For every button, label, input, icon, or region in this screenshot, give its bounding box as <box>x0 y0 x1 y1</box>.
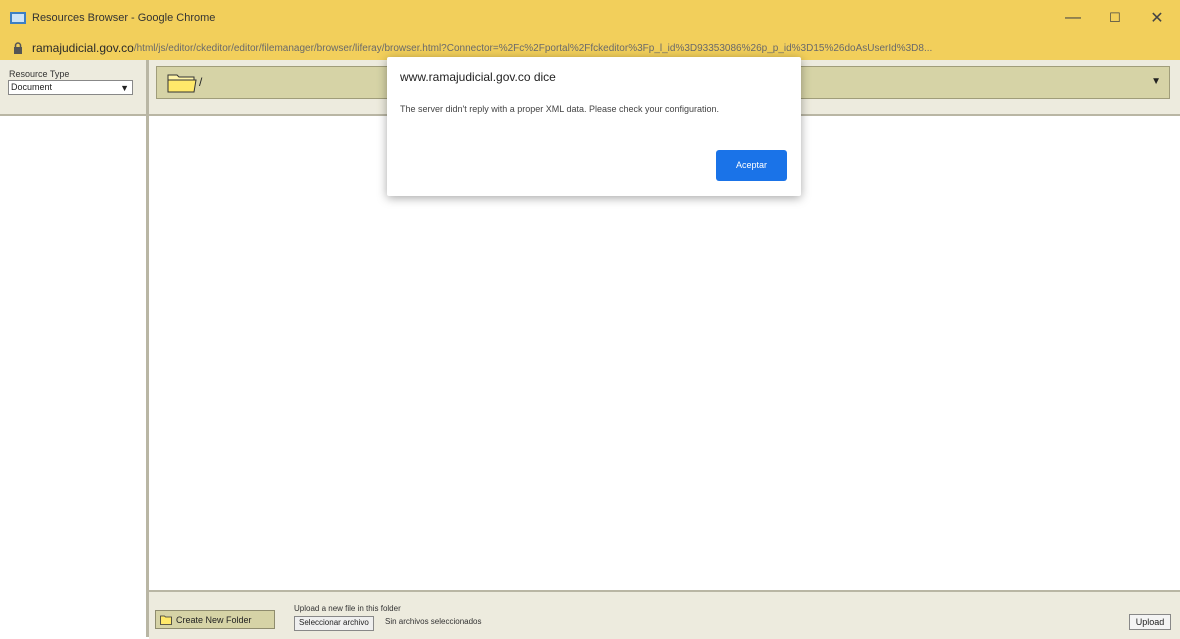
app-icon <box>10 12 26 24</box>
dialog-message: The server didn't reply with a proper XM… <box>400 104 720 114</box>
upload-label: Upload a new file in this folder <box>294 604 401 613</box>
resource-type-label: Resource Type <box>9 69 70 79</box>
close-icon: ✕ <box>1150 10 1164 27</box>
chevron-down-icon: ▼ <box>120 83 129 93</box>
no-file-text: Sin archivos seleccionados <box>385 617 482 626</box>
window-title: Resources Browser - Google Chrome <box>32 12 216 24</box>
close-window-button[interactable]: ✕ <box>1134 0 1180 36</box>
upload-panel: Create New Folder Upload a new file in t… <box>149 590 1180 639</box>
folder-small-icon <box>160 615 172 625</box>
minimize-button[interactable]: — <box>1050 0 1096 36</box>
minimize-icon: — <box>1065 9 1081 26</box>
upload-button[interactable]: Upload <box>1129 614 1171 630</box>
resource-type-header: Resource Type Document ▼ <box>0 60 146 116</box>
dialog-ok-button[interactable]: Aceptar <box>716 150 787 181</box>
resource-type-value: Document <box>11 82 53 92</box>
create-folder-button[interactable]: Create New Folder <box>155 610 275 629</box>
resource-type-panel: Resource Type Document ▼ <box>0 60 149 637</box>
path-dropdown-icon[interactable]: ▼ <box>1151 76 1161 87</box>
dialog-title: www.ramajudicial.gov.co dice <box>400 70 556 84</box>
address-path: /html/js/editor/ckeditor/editor/filemana… <box>133 42 933 54</box>
current-path: / <box>199 75 203 89</box>
address-host: ramajudicial.gov.co <box>32 41 134 55</box>
resource-type-select[interactable]: Document ▼ <box>8 80 133 95</box>
maximize-icon: ☐ <box>1109 10 1121 25</box>
create-folder-label: Create New Folder <box>176 614 252 625</box>
choose-file-button[interactable]: Seleccionar archivo <box>294 616 374 631</box>
maximize-button[interactable]: ☐ <box>1092 0 1138 36</box>
alert-dialog: www.ramajudicial.gov.co dice The server … <box>387 57 801 196</box>
window-titlebar: Resources Browser - Google Chrome <box>0 0 1180 36</box>
lock-icon <box>14 42 22 54</box>
folder-icon <box>167 74 197 93</box>
